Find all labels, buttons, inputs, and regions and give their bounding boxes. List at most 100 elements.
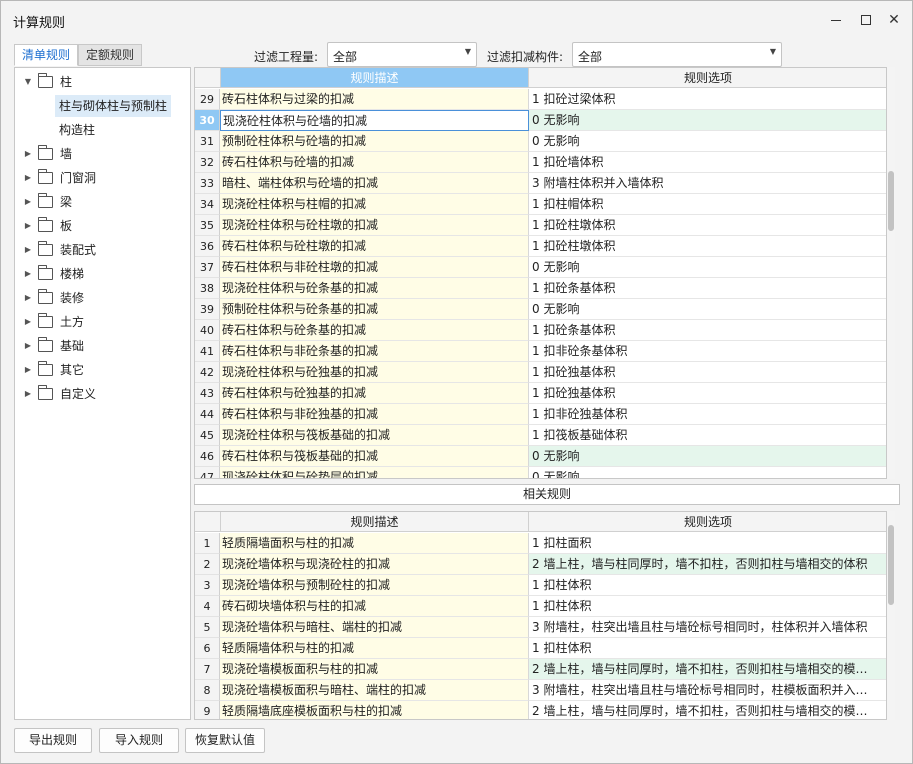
table-row[interactable]: 32 砖石柱体积与砼墙的扣减 1 扣砼墙体积	[195, 152, 886, 173]
rule-option-cell[interactable]: 1 扣砼墙体积	[529, 152, 886, 173]
rule-desc-cell[interactable]: 现浇砼墙体积与预制砼柱的扣减	[220, 575, 529, 596]
chevron-right-icon[interactable]: ▶	[23, 143, 33, 165]
chevron-right-icon[interactable]: ▶	[23, 359, 33, 381]
table-row[interactable]: 47 现浇砼柱体积与砼垫层的扣减 0 无影响	[195, 467, 886, 478]
rule-desc-cell[interactable]: 砖石柱体积与砼柱墩的扣减	[220, 236, 529, 257]
table-row[interactable]: 4 砖石砌块墙体积与柱的扣减 1 扣柱体积	[195, 596, 886, 617]
chevron-right-icon[interactable]: ▶	[23, 215, 33, 237]
rule-option-cell[interactable]: 1 扣筏板基础体积	[529, 425, 886, 446]
chevron-right-icon[interactable]: ▶	[23, 239, 33, 261]
rule-desc-cell[interactable]: 砖石柱体积与非砼柱墩的扣减	[220, 257, 529, 278]
table-row[interactable]: 40 砖石柱体积与砼条基的扣减 1 扣砼条基体积	[195, 320, 886, 341]
tree-node[interactable]: 柱与砌体柱与预制柱	[15, 95, 190, 117]
rule-option-cell[interactable]: 1 扣非砼条基体积	[529, 341, 886, 362]
rule-desc-cell[interactable]: 现浇砼墙体积与暗柱、端柱的扣减	[220, 617, 529, 638]
rules-grid-scrollbar[interactable]	[887, 67, 895, 479]
table-row[interactable]: 34 现浇砼柱体积与柱帽的扣减 1 扣柱帽体积	[195, 194, 886, 215]
rule-desc-cell[interactable]: 现浇砼柱体积与筏板基础的扣减	[220, 425, 529, 446]
rule-desc-cell[interactable]: 砖石柱体积与砼墙的扣减	[220, 152, 529, 173]
close-button[interactable]: ✕	[881, 9, 907, 31]
rule-desc-cell[interactable]: 现浇砼柱体积与砼条基的扣减	[220, 278, 529, 299]
rule-option-cell[interactable]: 1 扣柱面积	[529, 533, 886, 554]
table-row[interactable]: 36 砖石柱体积与砼柱墩的扣减 1 扣砼柱墩体积	[195, 236, 886, 257]
tree-node[interactable]: ▶ 其它	[15, 359, 190, 381]
table-row[interactable]: 37 砖石柱体积与非砼柱墩的扣减 0 无影响	[195, 257, 886, 278]
tree-node[interactable]: ▶ 自定义	[15, 383, 190, 405]
tree-node[interactable]: ▶ 墙	[15, 143, 190, 165]
rule-desc-cell[interactable]: 砖石柱体积与筏板基础的扣减	[220, 446, 529, 467]
related-rules-button[interactable]: 相关规则	[194, 484, 900, 505]
table-row[interactable]: 3 现浇砼墙体积与预制砼柱的扣减 1 扣柱体积	[195, 575, 886, 596]
rule-option-header[interactable]: 规则选项	[529, 68, 886, 88]
table-row[interactable]: 8 现浇砼墙模板面积与暗柱、端柱的扣减 3 附墙柱，柱突出墙且柱与墙砼标号相同时，柱…	[195, 680, 886, 701]
tree-node[interactable]: ▶ 楼梯	[15, 263, 190, 285]
rule-desc-cell[interactable]: 现浇砼柱体积与砼柱墩的扣减	[220, 215, 529, 236]
chevron-right-icon[interactable]: ▶	[23, 191, 33, 213]
rule-desc-cell[interactable]: 轻质隔墙底座模板面积与柱的扣减	[220, 701, 529, 719]
rule-desc-cell[interactable]: 轻质隔墙体积与柱的扣减	[220, 638, 529, 659]
tree-node[interactable]: ▶ 土方	[15, 311, 190, 333]
restore-defaults-button[interactable]: 恢复默认值	[185, 728, 265, 753]
tree-node[interactable]: ▶ 梁	[15, 191, 190, 213]
rule-desc-cell[interactable]: 砖石柱体积与砼独基的扣减	[220, 383, 529, 404]
rule-option-cell[interactable]: 0 无影响	[529, 257, 886, 278]
tree-node[interactable]: 构造柱	[15, 119, 190, 141]
tree-node[interactable]: ▼ 柱	[15, 71, 190, 93]
rule-option-cell[interactable]: 2 墙上柱，墙与柱同厚时，墙不扣柱，否则扣柱与墙相交的模…	[529, 701, 886, 719]
chevron-right-icon[interactable]: ▶	[23, 335, 33, 357]
rule-option-cell[interactable]: 3 附墙柱，柱突出墙且柱与墙砼标号相同时，柱体积并入墙体积	[529, 617, 886, 638]
rule-desc-cell[interactable]: 现浇砼墙模板面积与柱的扣减	[220, 659, 529, 680]
rule-desc-cell[interactable]: 暗柱、端柱体积与砼墙的扣减	[220, 173, 529, 194]
rule-option-cell[interactable]: 2 墙上柱，墙与柱同厚时，墙不扣柱，否则扣柱与墙相交的体积	[529, 554, 886, 575]
import-rules-button[interactable]: 导入规则	[99, 728, 179, 753]
tab-list-rules[interactable]: 清单规则	[14, 44, 79, 66]
table-row[interactable]: 30 现浇砼柱体积与砼墙的扣减 0 无影响	[195, 110, 886, 131]
scrollbar-thumb[interactable]	[888, 171, 894, 231]
table-row[interactable]: 9 轻质隔墙底座模板面积与柱的扣减 2 墙上柱，墙与柱同厚时，墙不扣柱，否则扣柱与墙…	[195, 701, 886, 719]
table-row[interactable]: 29 砖石柱体积与过梁的扣减 1 扣砼过梁体积	[195, 89, 886, 110]
chevron-right-icon[interactable]: ▶	[23, 287, 33, 309]
rule-desc-cell[interactable]: 砖石柱体积与过梁的扣减	[220, 89, 529, 110]
rule-option-cell[interactable]: 1 扣砼柱墩体积	[529, 236, 886, 257]
rule-option-cell[interactable]: 0 无影响	[529, 467, 886, 478]
table-row[interactable]: 43 砖石柱体积与砼独基的扣减 1 扣砼独基体积	[195, 383, 886, 404]
tree-node[interactable]: ▶ 装配式	[15, 239, 190, 261]
rule-option-cell[interactable]: 0 无影响	[529, 131, 886, 152]
chevron-right-icon[interactable]: ▶	[23, 167, 33, 189]
rule-option-cell[interactable]: 1 扣砼条基体积	[529, 320, 886, 341]
tree-node[interactable]: ▶ 板	[15, 215, 190, 237]
table-row[interactable]: 5 现浇砼墙体积与暗柱、端柱的扣减 3 附墙柱，柱突出墙且柱与墙砼标号相同时，柱体积…	[195, 617, 886, 638]
table-row[interactable]: 2 现浇砼墙体积与现浇砼柱的扣减 2 墙上柱，墙与柱同厚时，墙不扣柱，否则扣柱与墙相…	[195, 554, 886, 575]
tree-node[interactable]: ▶ 门窗洞	[15, 167, 190, 189]
quantity-filter-select[interactable]: 全部 ▼	[327, 42, 477, 67]
rule-desc-cell[interactable]: 现浇砼墙体积与现浇砼柱的扣减	[220, 554, 529, 575]
table-row[interactable]: 1 轻质隔墙面积与柱的扣减 1 扣柱面积	[195, 533, 886, 554]
rule-option-cell[interactable]: 0 无影响	[529, 110, 886, 131]
rule-option-cell[interactable]: 0 无影响	[529, 446, 886, 467]
rule-option-cell[interactable]: 3 附墙柱体积并入墙体积	[529, 173, 886, 194]
maximize-button[interactable]	[853, 9, 879, 31]
table-row[interactable]: 6 轻质隔墙体积与柱的扣减 1 扣柱体积	[195, 638, 886, 659]
table-row[interactable]: 41 砖石柱体积与非砼条基的扣减 1 扣非砼条基体积	[195, 341, 886, 362]
rule-desc-cell[interactable]: 现浇砼柱体积与砼墙的扣减	[220, 110, 529, 131]
chevron-right-icon[interactable]: ▶	[23, 311, 33, 333]
table-row[interactable]: 38 现浇砼柱体积与砼条基的扣减 1 扣砼条基体积	[195, 278, 886, 299]
rule-desc-cell[interactable]: 预制砼柱体积与砼墙的扣减	[220, 131, 529, 152]
rule-desc-cell[interactable]: 砖石柱体积与非砼独基的扣减	[220, 404, 529, 425]
rule-desc-cell[interactable]: 砖石柱体积与砼条基的扣减	[220, 320, 529, 341]
table-row[interactable]: 44 砖石柱体积与非砼独基的扣减 1 扣非砼独基体积	[195, 404, 886, 425]
rule-option-cell[interactable]: 1 扣柱体积	[529, 638, 886, 659]
table-row[interactable]: 39 预制砼柱体积与砼条基的扣减 0 无影响	[195, 299, 886, 320]
table-row[interactable]: 33 暗柱、端柱体积与砼墙的扣减 3 附墙柱体积并入墙体积	[195, 173, 886, 194]
chevron-down-icon[interactable]: ▼	[23, 71, 33, 93]
rule-option-cell[interactable]: 2 墙上柱，墙与柱同厚时，墙不扣柱，否则扣柱与墙相交的模…	[529, 659, 886, 680]
rule-option-cell[interactable]: 1 扣非砼独基体积	[529, 404, 886, 425]
table-row[interactable]: 35 现浇砼柱体积与砼柱墩的扣减 1 扣砼柱墩体积	[195, 215, 886, 236]
component-filter-select[interactable]: 全部 ▼	[572, 42, 782, 67]
chevron-right-icon[interactable]: ▶	[23, 263, 33, 285]
related-option-header[interactable]: 规则选项	[529, 512, 886, 532]
rule-desc-cell[interactable]: 砖石砌块墙体积与柱的扣减	[220, 596, 529, 617]
rule-option-cell[interactable]: 1 扣柱体积	[529, 596, 886, 617]
rule-desc-cell[interactable]: 轻质隔墙面积与柱的扣减	[220, 533, 529, 554]
rule-option-cell[interactable]: 1 扣砼柱墩体积	[529, 215, 886, 236]
